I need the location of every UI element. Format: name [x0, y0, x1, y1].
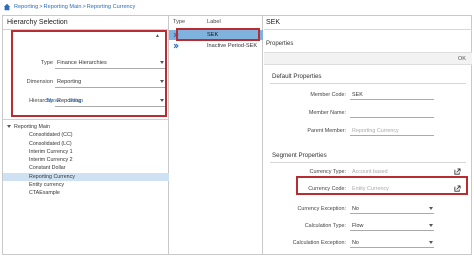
tree-item-selected[interactable]: Reporting Currency [3, 172, 169, 182]
members-list-header: Type Label [169, 19, 263, 27]
hierarchy-selection-panel: Hierarchy Selection ▲ Type Finance Hiera… [3, 16, 169, 254]
ok-button[interactable]: OK [458, 56, 466, 62]
dimension-value: Reporting [57, 79, 82, 85]
calculation-type-label: Calculation Type: [304, 223, 346, 229]
pin-icon[interactable]: ▲ [155, 33, 160, 39]
calculation-type-select[interactable]: Flow [350, 220, 434, 231]
chevron-down-icon [429, 241, 433, 244]
home-icon[interactable] [3, 3, 11, 11]
parent-member-field[interactable]: Reporting Currency [350, 125, 434, 136]
tree-item[interactable]: Consolidated (LC) [3, 140, 169, 148]
parent-member-row: Parent Member: Reporting Currency [264, 125, 472, 137]
type-row: Type Finance Hierarchies [13, 57, 165, 70]
tree-root-label: Reporting Main [14, 124, 50, 130]
divider [270, 162, 466, 163]
tree-item[interactable]: CTAExample [3, 189, 169, 197]
segment-properties-title: Segment Properties [272, 152, 327, 159]
member-name-label: Member Name: [308, 110, 346, 116]
currency-code-highlight [296, 176, 468, 195]
calculation-exception-label: Calculation Exception: [292, 240, 346, 246]
tree-root[interactable]: Reporting Main [3, 123, 169, 131]
hierarchy-selection-title: Hierarchy Selection [7, 19, 68, 26]
currency-exception-label: Currency Exception: [297, 206, 346, 212]
calculation-exception-value: No [352, 240, 359, 246]
hierarchy-tree: Reporting Main Consolidated (CC) Consoli… [3, 123, 169, 198]
dimension-label: Dimension [26, 79, 53, 85]
breadcrumb-separator: > [39, 4, 43, 10]
currency-exception-row: Currency Exception: No [264, 203, 472, 215]
calculation-type-row: Calculation Type: Flow [264, 220, 472, 232]
show-link[interactable]: Show [46, 98, 60, 104]
member-label: Inactive Period-SEK [207, 43, 258, 49]
type-label: Type [40, 60, 53, 66]
chevron-down-icon [429, 224, 433, 227]
tree-item[interactable]: Constant Dollar [3, 164, 169, 172]
member-row[interactable]: Inactive Period-SEK [169, 41, 263, 51]
selection-links: Show Setup [46, 98, 90, 104]
calculation-type-value: Flow [352, 223, 364, 229]
tree-item[interactable]: Entity currency [3, 181, 169, 189]
type-value: Finance Hierarchies [57, 60, 107, 66]
member-code-row: Member Code: SEK [264, 89, 472, 101]
member-code-field[interactable]: SEK [350, 89, 434, 100]
members-list-panel: Type Label SEK Inactive Period-SEK [169, 16, 263, 254]
divider [264, 29, 472, 30]
type-select[interactable]: Finance Hierarchies [55, 57, 165, 69]
member-code-label: Member Code: [310, 92, 346, 98]
breadcrumb-reporting-main[interactable]: Reporting Main [44, 4, 82, 10]
action-bar: OK [264, 52, 472, 65]
default-properties-title: Default Properties [272, 73, 322, 80]
currency-exception-value: No [352, 206, 359, 212]
open-external-icon[interactable] [454, 168, 461, 175]
dimension-select[interactable]: Reporting [55, 76, 165, 88]
breadcrumb-reporting-currency[interactable]: Reporting Currency [87, 4, 136, 10]
breadcrumb-reporting[interactable]: Reporting [14, 4, 38, 10]
member-title: SEK [266, 19, 281, 26]
tree-item[interactable]: Interim Currency 1 [3, 148, 169, 156]
properties-heading: Properties [266, 41, 294, 47]
chevron-down-icon [160, 80, 164, 83]
expand-arrow-icon[interactable] [7, 125, 11, 129]
dimension-row: Dimension Reporting [13, 76, 165, 89]
tree-item[interactable]: Consolidated (CC) [3, 131, 169, 139]
parent-member-label: Parent Member: [307, 128, 346, 134]
member-name-field[interactable] [350, 107, 434, 118]
breadcrumb-separator: > [82, 4, 86, 10]
currency-exception-select[interactable]: No [350, 203, 434, 214]
divider [3, 119, 169, 120]
tree-item[interactable]: Interim Currency 2 [3, 156, 169, 164]
label-column-header[interactable]: Label [207, 19, 221, 25]
main-frame: Hierarchy Selection ▲ Type Finance Hiera… [2, 15, 472, 255]
divider [270, 83, 466, 84]
setup-link[interactable]: Setup [69, 98, 84, 104]
chevron-down-icon [160, 99, 164, 102]
member-name-row: Member Name: [264, 107, 472, 119]
currency-type-label: Currency Type: [309, 169, 346, 175]
calculation-exception-row: Calculation Exception: No [264, 237, 472, 249]
chevron-down-icon [160, 61, 164, 64]
member-highlight [176, 28, 260, 41]
type-column-header[interactable]: Type [173, 19, 185, 25]
member-icon [173, 43, 179, 49]
chevron-down-icon [429, 207, 433, 210]
member-properties-panel: SEK Properties OK Default Properties Mem… [264, 16, 472, 254]
calculation-exception-select[interactable]: No [350, 237, 434, 248]
breadcrumb: Reporting > Reporting Main > Reporting C… [0, 0, 474, 14]
